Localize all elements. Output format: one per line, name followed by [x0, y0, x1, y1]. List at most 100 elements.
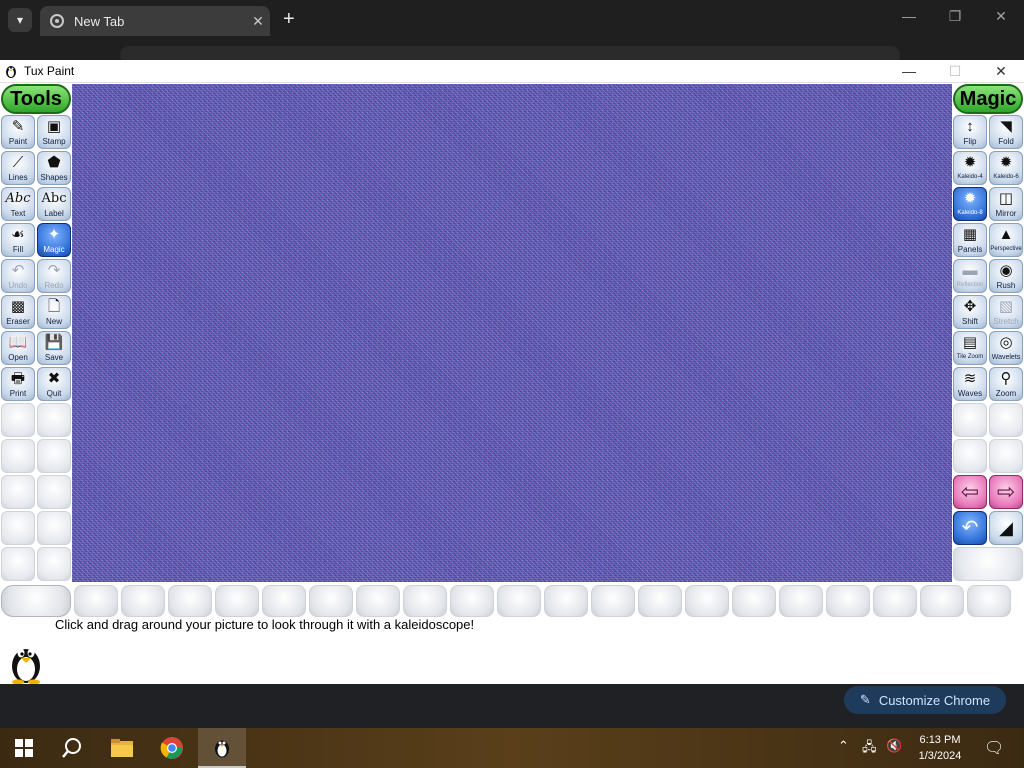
taskbar-search-button[interactable]	[48, 728, 96, 768]
magic-stretch-button[interactable]: ▧ Stretch	[989, 295, 1023, 329]
magic-waves-button[interactable]: ≋ Waves	[953, 367, 987, 401]
tool-save-button[interactable]: 💾 Save	[37, 331, 71, 365]
magic-panels-button[interactable]: ▦ Panels	[953, 223, 987, 257]
tool-label: Quit	[46, 389, 62, 398]
rush-icon: ◉	[999, 262, 1013, 279]
tool-fill-button[interactable]: ☙ Fill	[1, 223, 35, 257]
color-swatch[interactable]	[732, 585, 776, 617]
tool-shapes-button[interactable]: ⬟ Shapes	[37, 151, 71, 185]
magic-shift-button[interactable]: ✥ Shift	[953, 295, 987, 329]
magic-rush-button[interactable]: ◉ Rush	[989, 259, 1023, 293]
color-swatch[interactable]	[450, 585, 494, 617]
volume-muted-icon[interactable]: 🔇	[886, 738, 902, 754]
magic-mirror-button[interactable]: ◫ Mirror	[989, 187, 1023, 221]
tool-label: Undo	[8, 281, 28, 290]
notification-icon[interactable]: 🗨	[984, 738, 1004, 758]
tab-search-button[interactable]: ▾	[8, 8, 32, 32]
magic-label: Waves	[957, 389, 983, 398]
magic-fullscreen-mode-button[interactable]: ◢	[989, 511, 1023, 545]
color-swatch[interactable]	[779, 585, 823, 617]
color-swatch[interactable]	[497, 585, 541, 617]
start-button[interactable]	[0, 728, 48, 768]
tool-label: New	[45, 317, 62, 326]
taskbar-clock[interactable]: 6:13 PM 1/3/2024	[908, 732, 972, 764]
color-swatch[interactable]	[356, 585, 400, 617]
tool-print-button[interactable]: 🖶 Print	[1, 367, 35, 401]
taskbar-tuxpaint-button[interactable]	[198, 728, 246, 768]
tool-label: Paint	[8, 137, 28, 146]
zoom-magnifier-icon: ⚲	[1000, 370, 1012, 387]
color-swatch[interactable]	[544, 585, 588, 617]
tool-eraser-button[interactable]: ▩ Eraser	[1, 295, 35, 329]
magic-fold-button[interactable]: ◥ Fold	[989, 115, 1023, 149]
magic-scroll-left-button[interactable]: ⇦	[953, 475, 987, 509]
color-swatch[interactable]	[826, 585, 870, 617]
empty-slot	[953, 439, 987, 473]
tool-quit-button[interactable]: ✖ Quit	[37, 367, 71, 401]
tool-redo-button[interactable]: ↷ Redo	[37, 259, 71, 293]
tray-chevron-up-icon[interactable]: ⌃	[838, 738, 849, 754]
magic-zoom-button[interactable]: ⚲ Zoom	[989, 367, 1023, 401]
magic-reflection-button[interactable]: ▬ Reflection	[953, 259, 987, 293]
taskbar-file-explorer-button[interactable]	[98, 728, 146, 768]
tool-magic-button[interactable]: ✦ Magic	[37, 223, 71, 257]
magic-kaleido6-button[interactable]: ✹ Kaleido-6	[989, 151, 1023, 185]
tab-close-icon[interactable]: ✕	[246, 13, 270, 30]
color-swatch[interactable]	[168, 585, 212, 617]
eraser-icon: ▩	[10, 298, 26, 315]
browser-restore-button[interactable]: ❐	[932, 8, 978, 25]
magic-flip-button[interactable]: ↕ Flip	[953, 115, 987, 149]
new-tab-button[interactable]: +	[283, 8, 295, 31]
magic-paint-mode-button[interactable]: ↶	[953, 511, 987, 545]
magic-tile-zoom-button[interactable]: ▤ Tile Zoom	[953, 331, 987, 365]
color-swatch[interactable]	[262, 585, 306, 617]
magic-wavelets-button[interactable]: ◎ Wavelets	[989, 331, 1023, 365]
network-icon[interactable]: 🖧	[862, 738, 877, 760]
tool-lines-button[interactable]: ⟋ Lines	[1, 151, 35, 185]
selected-color-swatch[interactable]	[1, 585, 71, 617]
tool-open-button[interactable]: 📖 Open	[1, 331, 35, 365]
chrome-logo-icon	[160, 737, 183, 759]
browser-minimize-button[interactable]: —	[886, 8, 932, 24]
browser-close-button[interactable]: ✕	[978, 8, 1024, 25]
tool-label-button[interactable]: Abc Label	[37, 187, 71, 221]
tool-text-button[interactable]: Abc Text	[1, 187, 35, 221]
tool-new-button[interactable]: 🗋 New	[37, 295, 71, 329]
undo-icon: ↶	[11, 262, 25, 279]
color-swatch[interactable]	[309, 585, 353, 617]
window-minimize-button[interactable]: —	[886, 63, 932, 79]
color-swatch[interactable]	[920, 585, 964, 617]
color-swatch[interactable]	[591, 585, 635, 617]
window-close-button[interactable]: ✕	[978, 63, 1024, 80]
tool-stamp-button[interactable]: ▣ Stamp	[37, 115, 71, 149]
color-swatch[interactable]	[74, 585, 118, 617]
shift-arrows-icon: ✥	[963, 298, 977, 315]
flip-icon: ↕	[966, 118, 974, 135]
drawing-canvas[interactable]	[72, 84, 952, 582]
magic-kaleido8-button[interactable]: ✹ Kaleido-8	[953, 187, 987, 221]
magic-kaleido4-button[interactable]: ✹ Kaleido-4	[953, 151, 987, 185]
wavelets-icon: ◎	[999, 334, 1013, 351]
color-swatch[interactable]	[121, 585, 165, 617]
color-swatch[interactable]	[873, 585, 917, 617]
taskbar-chrome-button[interactable]	[148, 728, 196, 768]
color-swatch[interactable]	[403, 585, 447, 617]
tool-label: Shapes	[40, 173, 68, 182]
windows-logo-icon	[15, 739, 33, 757]
color-swatch[interactable]	[215, 585, 259, 617]
lines-icon: ⟋	[12, 154, 24, 171]
color-swatch[interactable]	[638, 585, 682, 617]
kaleido8-icon: ✹	[963, 190, 977, 207]
customize-chrome-button[interactable]: ✎ Customize Chrome	[844, 686, 1006, 714]
color-swatch[interactable]	[967, 585, 1011, 617]
tool-undo-button[interactable]: ↶ Undo	[1, 259, 35, 293]
magic-label: Fold	[998, 137, 1014, 146]
magic-scroll-right-button[interactable]: ⇨	[989, 475, 1023, 509]
magic-label: Kaleido-6	[993, 174, 1019, 180]
magic-perspective-button[interactable]: ▲ Perspective	[989, 223, 1023, 257]
color-swatch[interactable]	[685, 585, 729, 617]
reflection-icon: ▬	[962, 262, 978, 279]
browser-tab[interactable]: New Tab ✕	[40, 6, 270, 36]
window-maximize-button[interactable]: ☐	[932, 63, 978, 80]
tool-paint-button[interactable]: ✎ Paint	[1, 115, 35, 149]
